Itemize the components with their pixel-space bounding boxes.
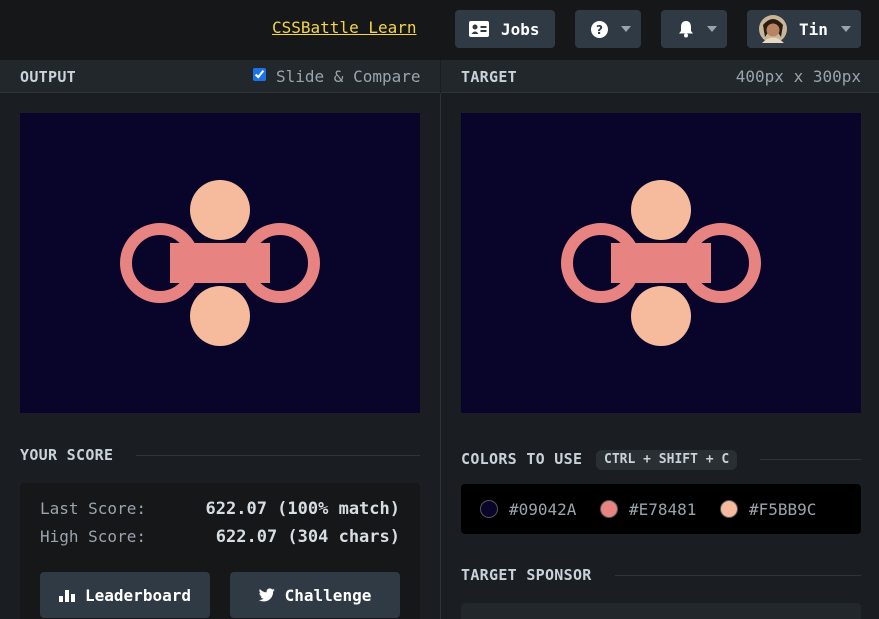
colors-box: #09042A #E78481 #F5BB9C: [461, 484, 861, 534]
jobs-label: Jobs: [501, 19, 540, 39]
user-menu-button[interactable]: Tin: [747, 10, 861, 48]
color-swatch[interactable]: [720, 500, 738, 518]
help-icon: ?: [591, 20, 608, 38]
sponsor-section-rule: [615, 575, 861, 576]
score-section-rule: [136, 455, 420, 456]
id-card-icon: [469, 21, 489, 37]
target-title: TARGET: [461, 68, 517, 86]
leaderboard-label: Leaderboard: [85, 585, 191, 605]
twitter-icon: [258, 588, 275, 602]
right-ring-shape: [681, 223, 761, 303]
sponsor-box: [461, 603, 861, 619]
slide-compare-checkbox[interactable]: [253, 68, 266, 81]
right-ring-shape: [240, 223, 320, 303]
last-score-value: 622.07 (100% match): [205, 499, 400, 519]
target-dimensions: 400px x 300px: [735, 67, 861, 86]
score-box: Last Score: 622.07 (100% match) High Sco…: [20, 483, 420, 619]
avatar: [759, 15, 787, 43]
leaderboard-button[interactable]: Leaderboard: [40, 572, 210, 618]
high-score-value: 622.07 (304 chars): [215, 527, 400, 547]
top-circle-shape: [631, 180, 691, 240]
challenge-label: Challenge: [284, 585, 372, 605]
top-bar: CSSBattle Learn Jobs ? Tin: [0, 0, 879, 60]
sponsor-section-title: TARGET SPONSOR: [461, 566, 592, 584]
notifications-button[interactable]: [661, 10, 727, 48]
bottom-circle-shape: [631, 286, 691, 346]
high-score-label: High Score:: [40, 527, 146, 546]
left-ring-shape: [561, 223, 641, 303]
help-menu-button[interactable]: ?: [575, 10, 641, 48]
color-hex[interactable]: #F5BB9C: [749, 500, 816, 519]
user-name: Tin: [799, 19, 828, 39]
output-canvas[interactable]: [20, 113, 420, 413]
challenge-button[interactable]: Challenge: [230, 572, 400, 618]
color-swatch[interactable]: [480, 500, 498, 518]
left-ring-shape: [120, 223, 200, 303]
chevron-down-icon: [621, 26, 631, 32]
color-swatch[interactable]: [600, 500, 618, 518]
svg-text:?: ?: [596, 23, 603, 37]
target-canvas: [461, 113, 861, 413]
bottom-circle-shape: [190, 286, 250, 346]
copy-colors-shortcut: CTRL + SHIFT + C: [596, 450, 738, 470]
color-hex[interactable]: #09042A: [509, 500, 576, 519]
target-panel-header: TARGET 400px x 300px: [441, 60, 879, 93]
score-section-title: YOUR SCORE: [20, 446, 114, 464]
colors-section-rule: [760, 459, 861, 460]
bell-icon: [679, 21, 693, 38]
chevron-down-icon: [707, 26, 717, 32]
colors-section-title: COLORS TO USE: [461, 450, 583, 468]
output-title: OUTPUT: [20, 68, 76, 86]
slide-compare-label[interactable]: Slide & Compare: [276, 67, 421, 86]
chevron-down-icon: [841, 26, 851, 32]
bar-chart-icon: [59, 590, 76, 602]
panel-divider: [440, 93, 441, 619]
color-hex[interactable]: #E78481: [629, 500, 696, 519]
output-panel-header: OUTPUT Slide & Compare: [0, 60, 440, 93]
last-score-label: Last Score:: [40, 499, 146, 518]
cssbattle-learn-link[interactable]: CSSBattle Learn: [272, 18, 417, 37]
top-circle-shape: [190, 180, 250, 240]
jobs-button[interactable]: Jobs: [455, 10, 555, 48]
